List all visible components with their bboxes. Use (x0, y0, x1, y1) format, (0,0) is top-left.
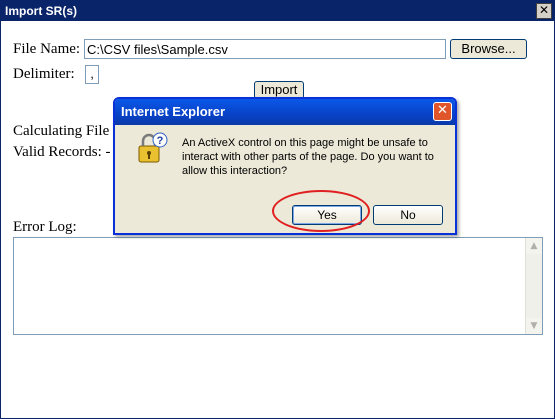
file-name-label: File Name: (13, 41, 81, 57)
dialog-title: Internet Explorer (121, 104, 226, 119)
scroll-up-icon[interactable]: ▲ (526, 238, 542, 254)
file-name-input[interactable] (84, 39, 446, 59)
svg-text:?: ? (157, 135, 164, 147)
dialog-title-bar: Internet Explorer ✕ (115, 99, 455, 125)
scroll-down-icon[interactable]: ▼ (526, 318, 542, 334)
delimiter-label: Delimiter: (13, 66, 75, 82)
browse-button[interactable]: Browse... (450, 39, 527, 59)
window-title: Import SR(s) (5, 4, 77, 18)
delimiter-input[interactable]: , (85, 65, 99, 84)
valid-records-label: Valid Records: - (13, 144, 111, 160)
key-lock-question-icon: ? (138, 132, 168, 163)
error-log-label: Error Log: (13, 219, 77, 235)
window-title-bar: Import SR(s) ✕ (1, 1, 554, 21)
yes-highlight-circle (272, 190, 370, 232)
error-log-scrollbar[interactable]: ▲ ▼ (525, 238, 542, 334)
calculating-label: Calculating File S (13, 123, 122, 139)
error-log-textarea[interactable]: ▲ ▼ (13, 237, 543, 335)
close-icon[interactable]: ✕ (536, 3, 552, 19)
dialog-close-icon[interactable]: ✕ (433, 102, 452, 121)
no-button[interactable]: No (373, 205, 443, 225)
dialog-message: An ActiveX control on this page might be… (182, 137, 434, 177)
